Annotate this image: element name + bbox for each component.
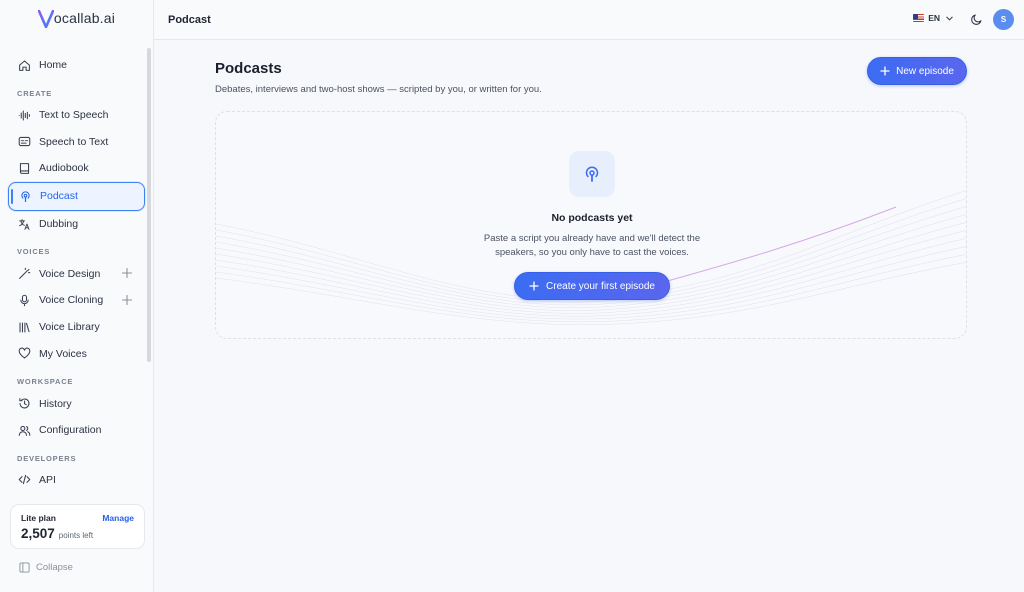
captions-icon <box>18 137 31 147</box>
empty-state: No podcasts yet Paste a script you alrea… <box>215 111 967 339</box>
podcast-icon <box>585 166 599 182</box>
empty-state-description: Paste a script you already have and we'l… <box>483 233 701 258</box>
sidebar-nav: Home CREATE Text to Speech Speech to Tex… <box>0 38 153 493</box>
home-icon <box>19 60 30 71</box>
sidebar-item-label: Voice Cloning <box>39 294 104 307</box>
collapse-label: Collapse <box>36 562 73 573</box>
sidebar-item-label: Audiobook <box>39 162 89 175</box>
manage-plan-link[interactable]: Manage <box>102 513 134 523</box>
create-first-episode-button[interactable]: Create your first episode <box>514 272 670 300</box>
magic-wand-icon <box>19 267 31 280</box>
sidebar-item-history[interactable]: History <box>8 390 145 417</box>
sidebar: ocallab.ai Home CREATE Text to Speech Sp… <box>0 0 154 592</box>
new-episode-button[interactable]: New episode <box>867 57 967 85</box>
users-icon <box>18 425 31 436</box>
section-label-workspace: WORKSPACE <box>17 377 74 387</box>
add-voice-clone-icon[interactable] <box>121 294 133 306</box>
waveform-icon <box>18 110 30 121</box>
logo[interactable]: ocallab.ai <box>0 0 153 38</box>
logo-mark: ocallab.ai <box>37 10 116 28</box>
points-unit: points left <box>58 531 94 540</box>
sidebar-item-label: Text to Speech <box>39 109 109 122</box>
sidebar-item-my-voices[interactable]: My Voices <box>8 341 145 368</box>
topbar-title: Podcast <box>168 13 211 26</box>
language-selector[interactable]: EN <box>913 13 954 23</box>
sidebar-item-label: My Voices <box>39 347 87 360</box>
sidebar-item-label: Dubbing <box>39 218 79 231</box>
sidebar-panel-icon <box>19 562 30 573</box>
plus-icon <box>529 281 539 291</box>
add-voice-design-icon[interactable] <box>121 267 133 279</box>
history-icon <box>19 398 30 409</box>
sidebar-item-voice-library[interactable]: Voice Library <box>8 314 145 341</box>
code-icon <box>18 475 31 485</box>
sidebar-item-label: Home <box>39 59 68 72</box>
book-icon <box>19 163 30 174</box>
page-subtitle: Debates, interviews and two-host shows —… <box>215 84 542 95</box>
sidebar-item-label: Configuration <box>39 424 102 437</box>
language-code: EN <box>928 13 940 23</box>
sidebar-item-label: Voice Design <box>39 267 101 280</box>
microphone-icon <box>20 294 29 307</box>
sidebar-item-podcast[interactable]: Podcast <box>8 181 145 211</box>
sidebar-item-audiobook[interactable]: Audiobook <box>8 155 145 182</box>
points-count: 2,507 <box>21 526 55 541</box>
heart-icon <box>18 347 31 359</box>
page-title: Podcasts <box>215 60 282 77</box>
section-label-developers: DEVELOPERS <box>17 453 77 463</box>
app-root: ocallab.ai Home CREATE Text to Speech Sp… <box>0 0 1024 592</box>
sidebar-item-label: Speech to Text <box>39 135 109 148</box>
podcast-icon <box>21 191 30 202</box>
sidebar-item-label: Voice Library <box>39 321 100 334</box>
sidebar-item-voice-cloning[interactable]: Voice Cloning <box>8 287 145 314</box>
sidebar-item-label: History <box>39 397 72 410</box>
plan-card: Lite plan Manage 2,507 points left <box>10 504 145 549</box>
sidebar-item-dubbing[interactable]: Dubbing <box>8 211 145 238</box>
library-icon <box>19 322 30 333</box>
moon-icon[interactable] <box>970 13 983 26</box>
us-flag-icon <box>913 14 925 22</box>
sidebar-item-label: Podcast <box>40 190 78 203</box>
logo-text: ocallab.ai <box>53 10 116 26</box>
decorative-waves <box>216 190 966 325</box>
collapse-sidebar-button[interactable]: Collapse <box>19 562 73 573</box>
chevron-down-icon <box>946 16 953 21</box>
sidebar-item-text-to-speech[interactable]: Text to Speech <box>8 102 145 129</box>
sidebar-item-voice-design[interactable]: Voice Design <box>8 260 145 287</box>
sidebar-item-api[interactable]: API <box>8 467 145 494</box>
section-label-create: CREATE <box>17 88 53 98</box>
section-label-voices: VOICES <box>17 247 51 257</box>
sidebar-item-speech-to-text[interactable]: Speech to Text <box>8 128 145 155</box>
empty-state-title: No podcasts yet <box>551 212 633 224</box>
sidebar-item-home[interactable]: Home <box>8 52 145 79</box>
sidebar-item-configuration[interactable]: Configuration <box>8 417 145 444</box>
logo-v-icon <box>37 10 54 28</box>
sidebar-item-label: API <box>39 473 56 486</box>
plan-name: Lite plan <box>21 513 56 523</box>
create-first-episode-label: Create your first episode <box>546 280 655 292</box>
main-content: Podcast EN S Podcasts Debates, interview… <box>154 0 1024 592</box>
plus-icon <box>880 66 890 76</box>
empty-podcast-icon-tile <box>569 151 615 197</box>
new-episode-label: New episode <box>896 65 954 77</box>
avatar[interactable]: S <box>993 9 1014 30</box>
translate-icon <box>19 218 30 230</box>
sidebar-scrollbar[interactable] <box>147 48 151 362</box>
topbar: Podcast EN S <box>154 0 1024 40</box>
